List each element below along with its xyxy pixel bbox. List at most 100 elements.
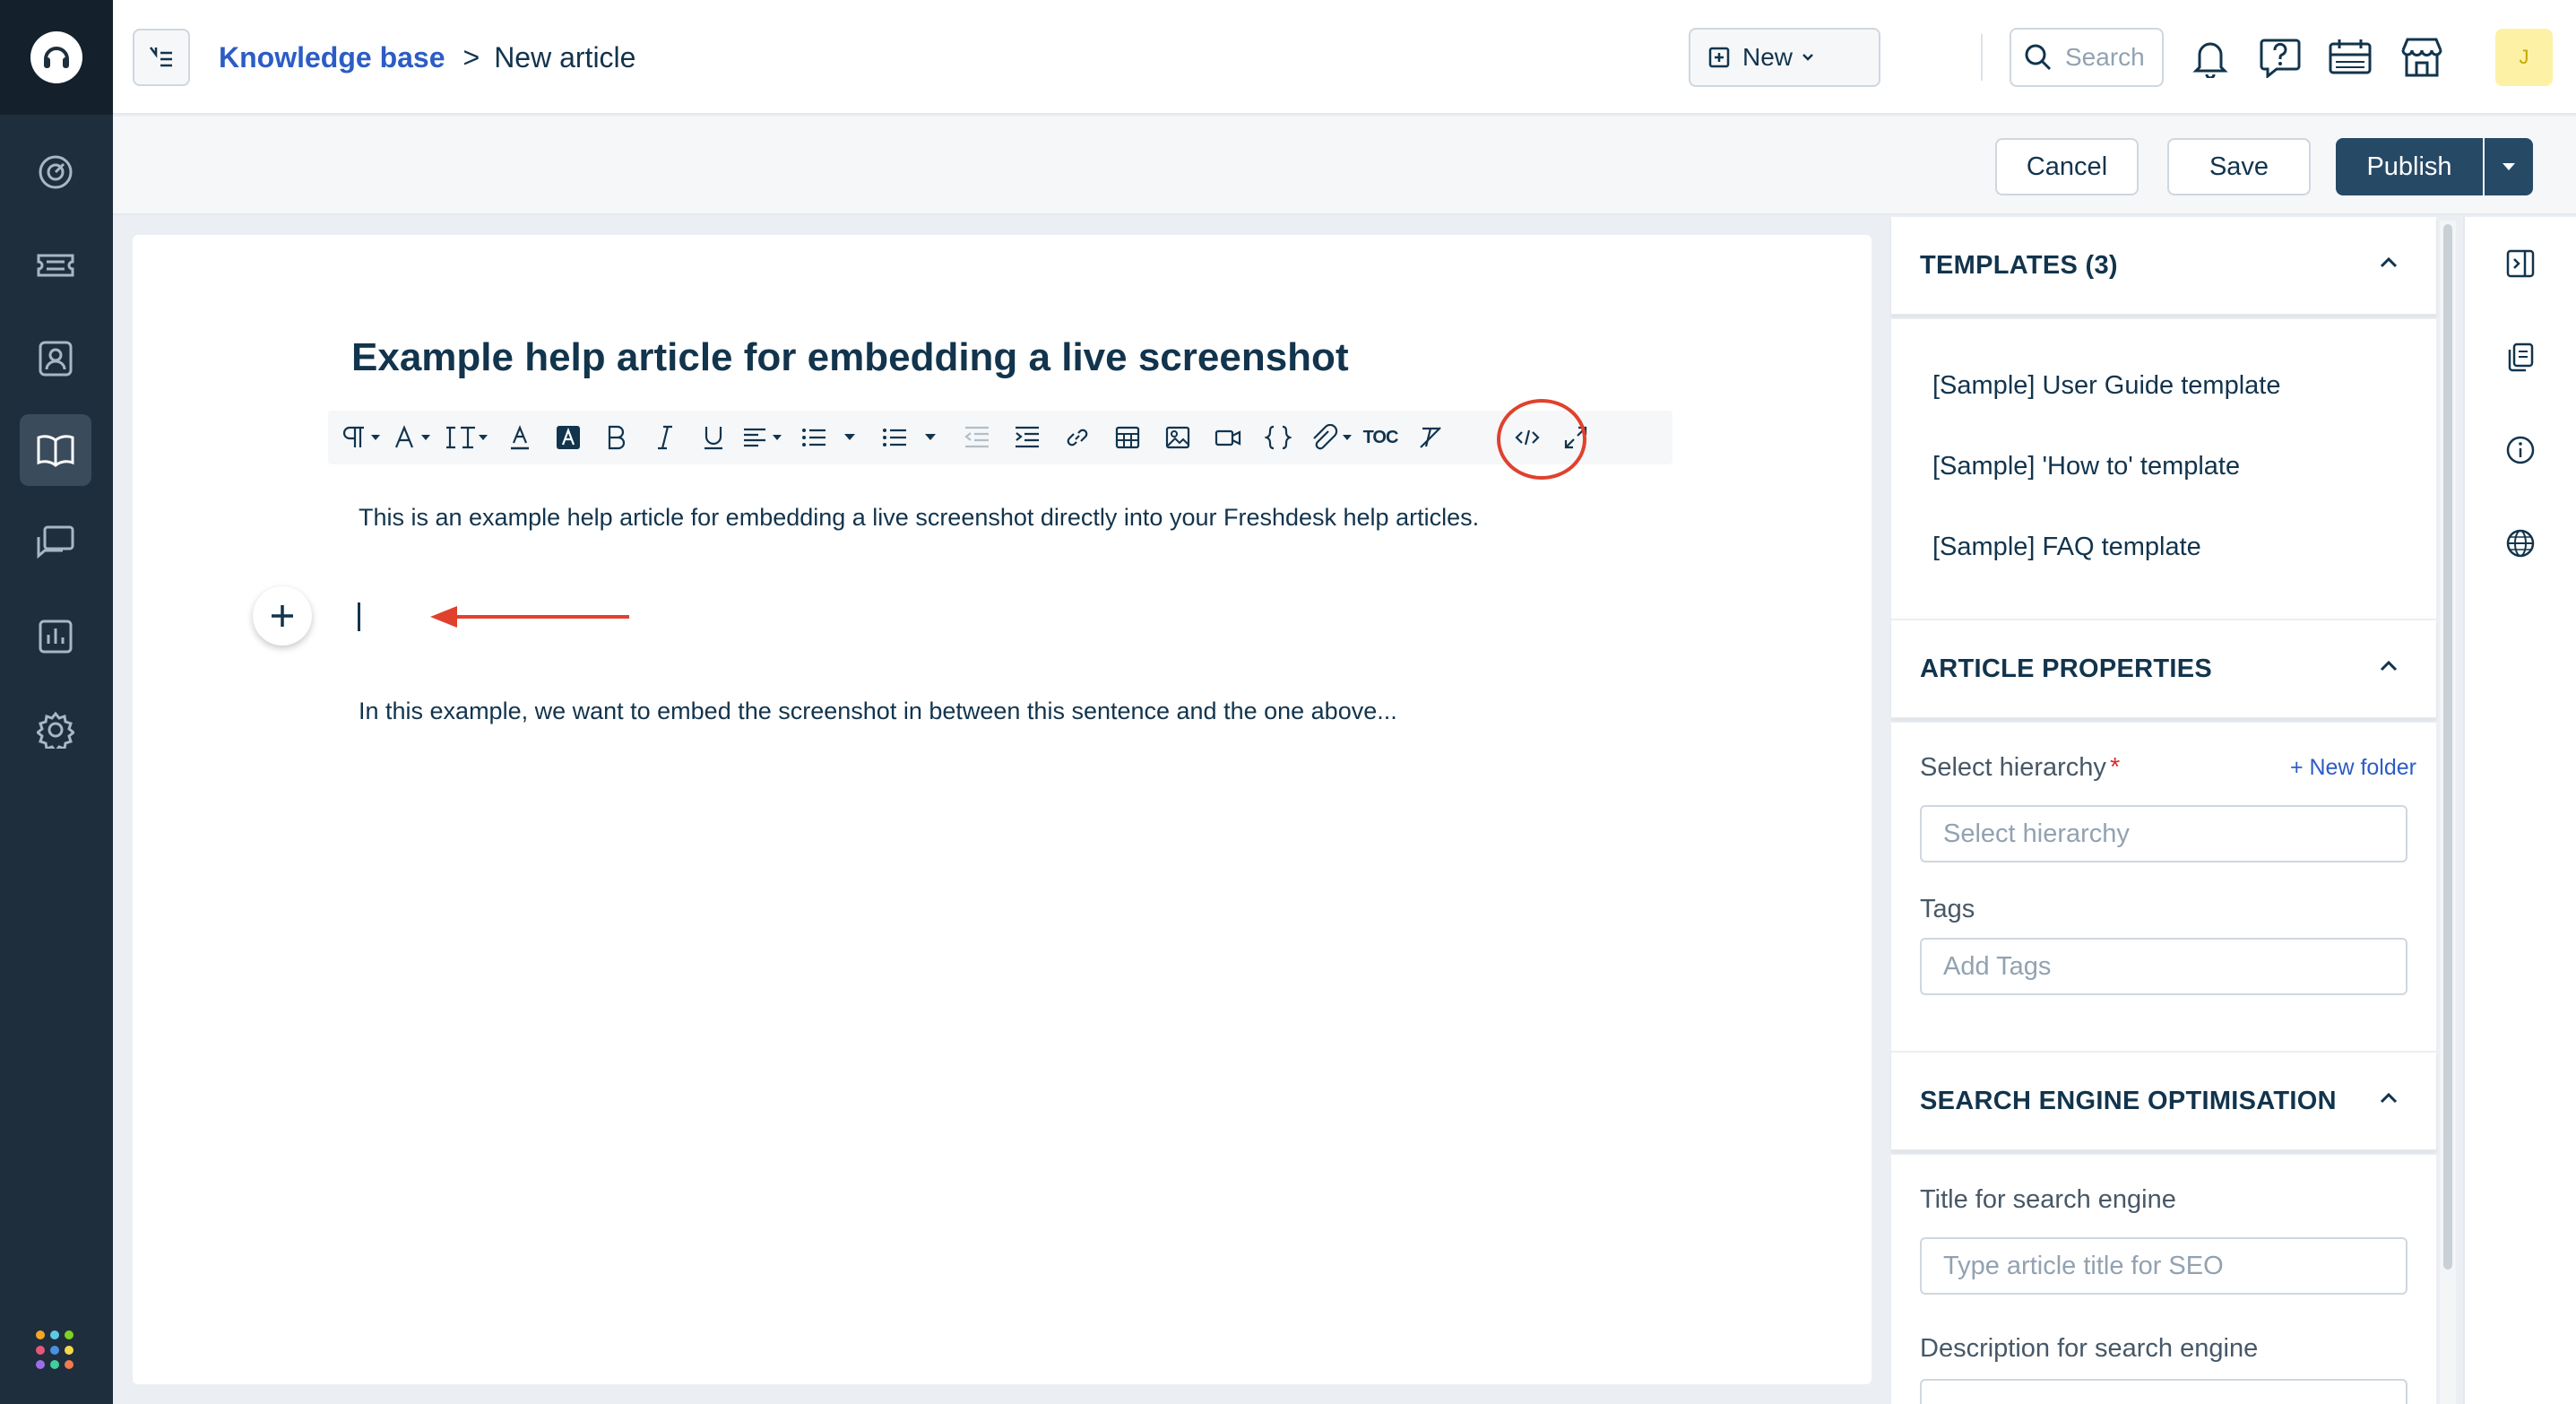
- settings-gear-icon[interactable]: [20, 694, 91, 766]
- hierarchy-label-text: Select hierarchy: [1920, 753, 2106, 782]
- editor-toolbar: TOC: [328, 411, 1673, 464]
- add-block-button[interactable]: [253, 586, 312, 646]
- discussions-icon[interactable]: [20, 507, 91, 579]
- article-properties-body: Select hierarchy * + New folder Select hi…: [1891, 723, 2436, 1051]
- sidebar-toggle-button[interactable]: [133, 29, 190, 86]
- annotation-arrow-icon: [430, 606, 629, 628]
- article-action-bar: Cancel Save Publish: [113, 117, 2576, 215]
- header-divider: [1981, 34, 1983, 81]
- seo-title-input[interactable]: Type article title for SEO: [1920, 1237, 2407, 1295]
- ordered-list-caret-icon[interactable]: [839, 416, 860, 459]
- tickets-icon[interactable]: [20, 230, 91, 301]
- article-title-input[interactable]: Example help article for embedding a liv…: [351, 335, 1349, 380]
- publish-options-dropdown[interactable]: [2485, 138, 2533, 195]
- article-editor: Example help article for embedding a liv…: [133, 235, 1871, 1384]
- app-switcher-icon[interactable]: [36, 1330, 75, 1370]
- breadcrumb-knowledge-base-link[interactable]: Knowledge base: [219, 41, 445, 74]
- global-search-input[interactable]: Search: [2010, 28, 2164, 87]
- hierarchy-select[interactable]: Select hierarchy: [1920, 805, 2407, 862]
- indent-icon[interactable]: [1009, 416, 1045, 459]
- app-logo[interactable]: [0, 0, 113, 115]
- right-tool-rail: [2463, 217, 2576, 1404]
- cancel-button[interactable]: Cancel: [1995, 138, 2139, 195]
- headset-logo-icon: [30, 31, 82, 83]
- marketplace-store-icon[interactable]: [2395, 30, 2449, 84]
- insert-video-icon[interactable]: [1210, 416, 1246, 459]
- required-asterisk: *: [2109, 753, 2121, 782]
- seo-description-label: Description for search engine: [1920, 1334, 2259, 1363]
- seo-heading: SEARCH ENGINE OPTIMISATION: [1920, 1086, 2337, 1115]
- templates-section-header[interactable]: TEMPLATES (3): [1891, 217, 2436, 316]
- text-cursor: [358, 602, 360, 631]
- insert-image-icon[interactable]: [1160, 416, 1196, 459]
- attachment-icon[interactable]: [1309, 416, 1359, 459]
- insert-table-icon[interactable]: [1110, 416, 1145, 459]
- search-icon: [2025, 44, 2052, 71]
- top-header: Knowledge base > New article Search J: [113, 0, 2576, 115]
- panel-scrollbar-thumb[interactable]: [2443, 224, 2452, 1270]
- globe-language-icon[interactable]: [2497, 520, 2544, 567]
- copy-document-icon[interactable]: [2497, 334, 2544, 380]
- dashboard-icon[interactable]: [20, 136, 91, 208]
- article-paragraph-2[interactable]: In this example, we want to embed the sc…: [359, 698, 1397, 725]
- new-folder-link[interactable]: + New folder: [2290, 755, 2416, 781]
- plus-square-icon: [1708, 47, 1730, 68]
- template-item-user-guide[interactable]: [Sample] User Guide template: [1932, 371, 2280, 401]
- left-nav-rail: [0, 0, 113, 1404]
- ordered-list-icon[interactable]: [796, 416, 832, 459]
- article-properties-heading: ARTICLE PROPERTIES: [1920, 654, 2213, 683]
- new-button-label: New: [1742, 43, 1794, 71]
- new-dropdown-button[interactable]: New: [1689, 28, 1880, 87]
- reports-icon[interactable]: [20, 601, 91, 672]
- insert-link-icon[interactable]: [1059, 416, 1095, 459]
- template-item-how-to[interactable]: [Sample] 'How to' template: [1932, 452, 2240, 481]
- align-icon[interactable]: [742, 416, 792, 459]
- breadcrumb-current-page: New article: [494, 40, 636, 74]
- bold-icon[interactable]: [599, 416, 635, 459]
- clear-formatting-icon[interactable]: [1413, 416, 1448, 459]
- chevron-up-icon: [2380, 256, 2398, 268]
- knowledge-base-icon[interactable]: [20, 414, 91, 486]
- seo-section-header[interactable]: SEARCH ENGINE OPTIMISATION: [1891, 1053, 2436, 1151]
- help-question-icon[interactable]: [2253, 30, 2307, 84]
- seo-body: Title for search engine Type article tit…: [1891, 1155, 2436, 1404]
- calendar-icon[interactable]: [2323, 30, 2377, 84]
- annotation-highlight-circle: [1497, 399, 1586, 480]
- toc-button[interactable]: TOC: [1361, 416, 1400, 459]
- article-properties-section-header[interactable]: ARTICLE PROPERTIES: [1891, 620, 2436, 719]
- templates-list: [Sample] User Guide template [Sample] 'H…: [1891, 319, 2436, 619]
- notifications-bell-icon[interactable]: [2183, 30, 2237, 84]
- article-paragraph-1[interactable]: This is an example help article for embe…: [359, 504, 1479, 532]
- unordered-list-icon[interactable]: [877, 416, 912, 459]
- save-button[interactable]: Save: [2167, 138, 2311, 195]
- paragraph-format-icon[interactable]: [341, 416, 387, 459]
- template-item-faq[interactable]: [Sample] FAQ template: [1932, 533, 2201, 562]
- tags-label: Tags: [1920, 895, 1975, 923]
- underline-icon[interactable]: [696, 416, 731, 459]
- tags-input[interactable]: Add Tags: [1920, 938, 2407, 995]
- collapse-panel-icon[interactable]: [2497, 240, 2544, 287]
- breadcrumb: Knowledge base > New article: [219, 38, 635, 77]
- code-block-icon[interactable]: [1260, 416, 1296, 459]
- publish-button[interactable]: Publish: [2336, 138, 2483, 195]
- breadcrumb-separator: >: [462, 40, 480, 74]
- font-size-icon[interactable]: [445, 416, 495, 459]
- seo-description-input[interactable]: [1920, 1379, 2407, 1404]
- caret-down-icon: [2503, 163, 2515, 170]
- font-family-icon[interactable]: [393, 416, 439, 459]
- background-color-icon[interactable]: [550, 416, 586, 459]
- italic-icon[interactable]: [647, 416, 683, 459]
- list-filter-icon: [150, 47, 172, 67]
- user-avatar[interactable]: J: [2495, 29, 2553, 86]
- outdent-icon[interactable]: [959, 416, 995, 459]
- chevron-up-icon: [2380, 660, 2398, 672]
- contacts-icon[interactable]: [20, 323, 91, 394]
- search-placeholder: Search: [2065, 43, 2145, 71]
- text-color-icon[interactable]: [502, 416, 538, 459]
- templates-heading: TEMPLATES (3): [1920, 250, 2118, 280]
- seo-title-label: Title for search engine: [1920, 1185, 2176, 1214]
- plus-icon: [272, 605, 293, 627]
- chevron-up-icon: [2380, 1092, 2398, 1104]
- unordered-list-caret-icon[interactable]: [920, 416, 941, 459]
- info-icon[interactable]: [2497, 427, 2544, 473]
